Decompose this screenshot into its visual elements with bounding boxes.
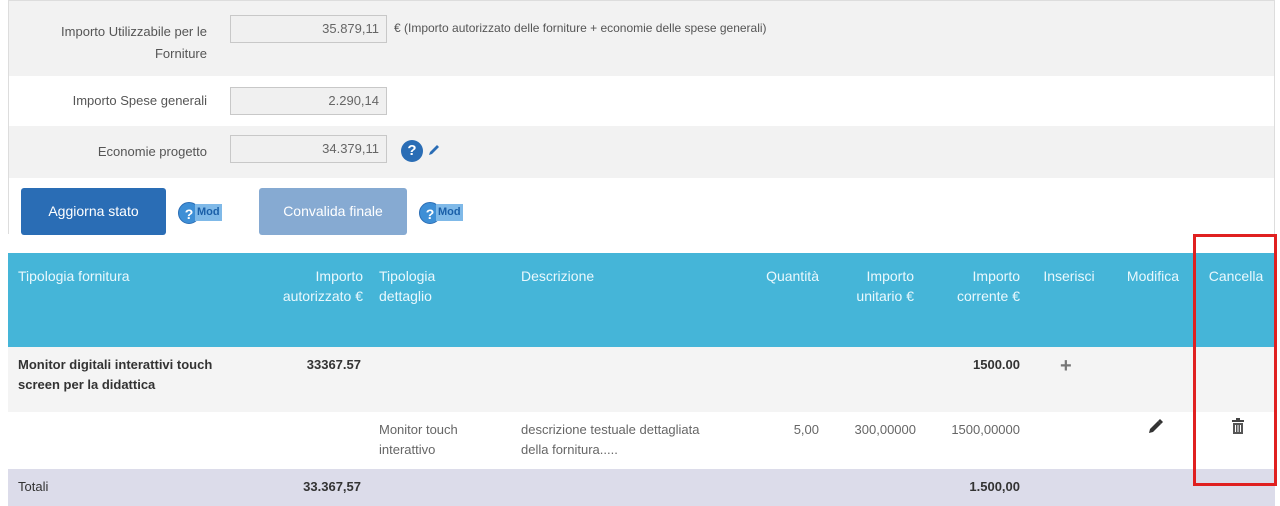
- usable-amount-row: Importo Utilizzabile per le Forniture 35…: [9, 0, 1274, 76]
- add-icon[interactable]: +: [1060, 355, 1072, 378]
- table-row: Monitor touch interattivo descrizione te…: [8, 412, 1275, 469]
- totals-importo-autorizzato: 33.367,57: [303, 479, 361, 494]
- final-validation-button[interactable]: Convalida finale: [259, 188, 407, 235]
- header-inserisci: Inserisci: [1043, 268, 1095, 284]
- totals-importo-corrente: 1.500,00: [969, 479, 1020, 494]
- header-importo-autorizzato: Importo autorizzato €: [282, 268, 363, 304]
- action-buttons-row: Aggiorna stato ? Mod Convalida finale ? …: [8, 178, 1275, 235]
- header-quantita: Quantità: [766, 268, 819, 284]
- totals-row: Totali 33.367,57 1.500,00: [8, 469, 1275, 506]
- header-tipologia-dettaglio: Tipologia dettaglio: [379, 268, 436, 304]
- edit-icon[interactable]: [1146, 418, 1164, 436]
- update-state-button[interactable]: Aggiorna stato: [21, 188, 166, 235]
- cancella-column-highlight: [1193, 234, 1277, 486]
- detail-importo-unitario: 300,00000: [854, 422, 916, 437]
- header-modifica: Modifica: [1126, 268, 1180, 284]
- project-savings-row: Economie progetto 34.379,11 ?: [9, 126, 1274, 178]
- header-descrizione: Descrizione: [521, 268, 595, 284]
- table-header: Tipologia fornitura Importo autorizzato …: [8, 253, 1275, 347]
- totals-label: Totali: [18, 479, 49, 494]
- detail-importo-corrente: 1500,00000: [951, 422, 1020, 437]
- header-tipologia-fornitura: Tipologia fornitura: [18, 268, 130, 284]
- header-importo-unitario: Importo unitario €: [856, 268, 914, 304]
- detail-tipologia-dettaglio: Monitor touch interattivo: [379, 422, 458, 457]
- table-row: Monitor digitali interattivi touch scree…: [8, 347, 1275, 412]
- edit-savings-icon[interactable]: [427, 143, 441, 157]
- detail-descrizione: descrizione testuale dettagliata della f…: [521, 422, 700, 457]
- general-expenses-label: Importo Spese generali: [72, 93, 207, 108]
- help-icon[interactable]: ?: [401, 140, 423, 162]
- usable-amount-field: 35.879,11: [230, 15, 387, 43]
- project-savings-label: Economie progetto: [97, 144, 207, 159]
- group-importo-corrente: 1500.00: [973, 357, 1020, 372]
- mod-label: Mod: [436, 204, 463, 221]
- group-importo-autorizzato: 33367.57: [306, 357, 361, 372]
- mod-label: Mod: [195, 204, 222, 221]
- header-importo-corrente: Importo corrente €: [956, 268, 1020, 304]
- general-expenses-row: Importo Spese generali 2.290,14: [9, 76, 1274, 126]
- detail-quantita: 5,00: [793, 422, 819, 437]
- project-savings-field: 34.379,11: [230, 135, 387, 163]
- general-expenses-field: 2.290,14: [230, 87, 387, 115]
- group-tipologia: Monitor digitali interattivi touch scree…: [18, 357, 213, 392]
- usable-amount-note: € (Importo autorizzato delle forniture +…: [394, 21, 767, 35]
- usable-amount-label: Importo Utilizzabile per le Forniture: [61, 24, 207, 61]
